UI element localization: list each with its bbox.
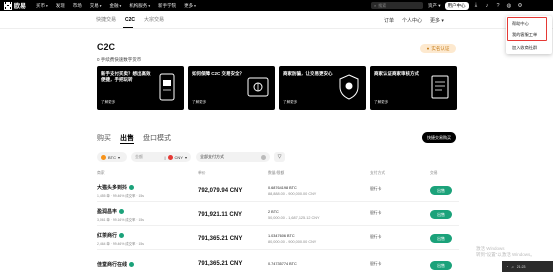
nav-item-institution[interactable]: 机构服务▾ <box>129 3 150 9</box>
amount-input[interactable]: 金额 | CNY ▾ <box>131 152 191 162</box>
tab-c2c[interactable]: C2C <box>125 17 135 23</box>
tab-buy[interactable]: 购买 <box>97 133 111 143</box>
filter-icon[interactable]: ▽ <box>274 152 285 162</box>
tab-sell[interactable]: 出售 <box>120 133 134 144</box>
feature-card[interactable]: 如何保障 C2C 交易安全？ 了解更多 <box>188 66 275 110</box>
feature-card[interactable]: 新手支付买卖？想出高效便捷，手把玩转 了解更多 <box>97 66 184 110</box>
page-title: C2C <box>97 42 116 52</box>
payment-method: 银行卡 <box>370 262 382 266</box>
nav-item-market[interactable]: 市场 <box>73 3 82 9</box>
verified-icon <box>129 262 135 267</box>
taskbar: ◔ ♫ 21:23 <box>502 261 553 272</box>
nav-right: 资产 ▾ 用户中心 ⤓ ♪ ? ◍ ⚙ <box>428 0 524 11</box>
nav-item-discover[interactable]: 发现 <box>56 3 65 9</box>
orders-link[interactable]: 订单 <box>384 17 394 24</box>
phone-illustration-icon <box>159 73 175 101</box>
nav-item-academy[interactable]: 新手学院 <box>158 3 176 9</box>
help-center-option[interactable]: 帮助中心 <box>512 21 529 27</box>
quick-trade-button[interactable]: 快捷交易购买 <box>422 132 456 143</box>
more-dropdown: 帮助中心 我的客服工单 加入收商社群 <box>506 16 552 54</box>
nav-item-more[interactable]: 更多▾ <box>184 3 196 9</box>
clock: 21:23 <box>516 264 526 269</box>
btc-coin-icon <box>101 154 106 160</box>
check-icon: ● <box>426 46 430 51</box>
feature-card[interactable]: 商家认证商家审核方式 了解更多 <box>370 66 457 110</box>
brand-name: 欧易 <box>14 4 27 10</box>
search-icon: ⌕ <box>374 3 377 8</box>
payment-method: 银行卡 <box>370 187 382 191</box>
tab-quick-trade[interactable]: 快捷交易 <box>96 16 116 23</box>
download-icon[interactable]: ⤓ <box>473 2 480 9</box>
join-community-option[interactable]: 加入收商社群 <box>512 45 537 51</box>
sub-nav: 快捷交易 C2C 大宗交易 <box>0 11 553 29</box>
page-subtitle: 0 手续费快速数字货币 <box>97 57 142 62</box>
wifi-icon[interactable]: ◔ <box>506 265 508 269</box>
nav-item-finance[interactable]: 金融▾ <box>110 3 122 9</box>
sell-button[interactable]: 出售 <box>430 234 452 243</box>
globe-icon[interactable]: ◍ <box>506 2 513 9</box>
nav-item-buy[interactable]: 买币▾ <box>36 3 48 9</box>
feature-cards: 新手支付买卖？想出高效便捷，手把玩转 了解更多 如何保障 C2C 交易安全？ 了… <box>97 66 457 110</box>
table-row: 盈润昌丰 3,061 单 · 99.16% 成交率 · 15s 791,921.… <box>97 204 459 226</box>
sell-button[interactable]: 出售 <box>430 261 452 270</box>
shield-illustration-icon <box>339 74 359 100</box>
sell-button[interactable]: 出售 <box>430 210 452 219</box>
document-illustration-icon <box>431 75 449 99</box>
sub-nav-right: 订单 个人中心 更多 ▾ <box>384 11 444 29</box>
verified-icon <box>129 185 135 190</box>
safe-illustration-icon <box>247 77 269 97</box>
active-tab-underline <box>123 27 133 28</box>
verify-badge[interactable]: ● 实名认证 <box>420 44 456 53</box>
verified-icon <box>119 233 125 238</box>
brand-mark-icon <box>4 1 12 10</box>
profile-link[interactable]: 个人中心 <box>402 17 422 24</box>
volume-icon[interactable]: ♫ <box>511 265 514 269</box>
cny-coin-icon <box>167 154 173 160</box>
trade-tabs: 购买 出售 盘口模式 <box>97 133 171 144</box>
user-center-button[interactable]: 用户中心 <box>444 1 469 10</box>
payment-method: 银行卡 <box>370 235 382 239</box>
table-row: 红茶商行 2,464 单 · 99.46% 成交率 · 15s 791,365.… <box>97 228 459 250</box>
windows-activation-watermark: 激活 Windows 转到"设置"以激活 Windows。 <box>476 246 535 257</box>
support-tickets-option[interactable]: 我的客服工单 <box>512 32 537 38</box>
assets-button[interactable]: 资产 ▾ <box>428 3 441 9</box>
feature-card[interactable]: 商家防骗，让交易更安心 了解更多 <box>279 66 366 110</box>
coin-select[interactable]: BTC ▾ <box>97 152 127 162</box>
sell-button[interactable]: 出售 <box>430 186 452 195</box>
table-header: 商家 单价 数量/限额 支付方式 交易 <box>97 171 438 175</box>
payment-method: 银行卡 <box>370 211 382 215</box>
verified-icon <box>119 209 125 214</box>
clear-icon[interactable] <box>261 154 266 160</box>
table-row: 大猫头多到抖 1,455 单 · 99.46% 成交率 · 15s 792,07… <box>97 180 459 202</box>
bell-icon[interactable]: ♪ <box>484 2 491 9</box>
settings-icon[interactable]: ⚙ <box>517 2 524 9</box>
chevron-down-icon: ▾ <box>184 154 187 160</box>
nav-item-trade[interactable]: 交易▾ <box>90 3 102 9</box>
payment-select[interactable]: 全部支付方式 <box>196 152 270 162</box>
chevron-down-icon: ▾ <box>118 154 121 160</box>
tab-block-mode[interactable]: 盘口模式 <box>143 133 171 143</box>
question-icon[interactable]: ? <box>495 2 502 9</box>
more-link[interactable]: 更多 ▾ <box>430 17 444 24</box>
tab-block-trade[interactable]: 大宗交易 <box>144 16 164 23</box>
brand-logo[interactable]: 欧易 <box>4 1 26 10</box>
nav-search-input[interactable]: ⌕ 搜索 <box>371 2 423 9</box>
table-row: 佳堂商行在线 791,365.21 CNY 0.74735774 BTC 银行卡… <box>97 252 459 272</box>
